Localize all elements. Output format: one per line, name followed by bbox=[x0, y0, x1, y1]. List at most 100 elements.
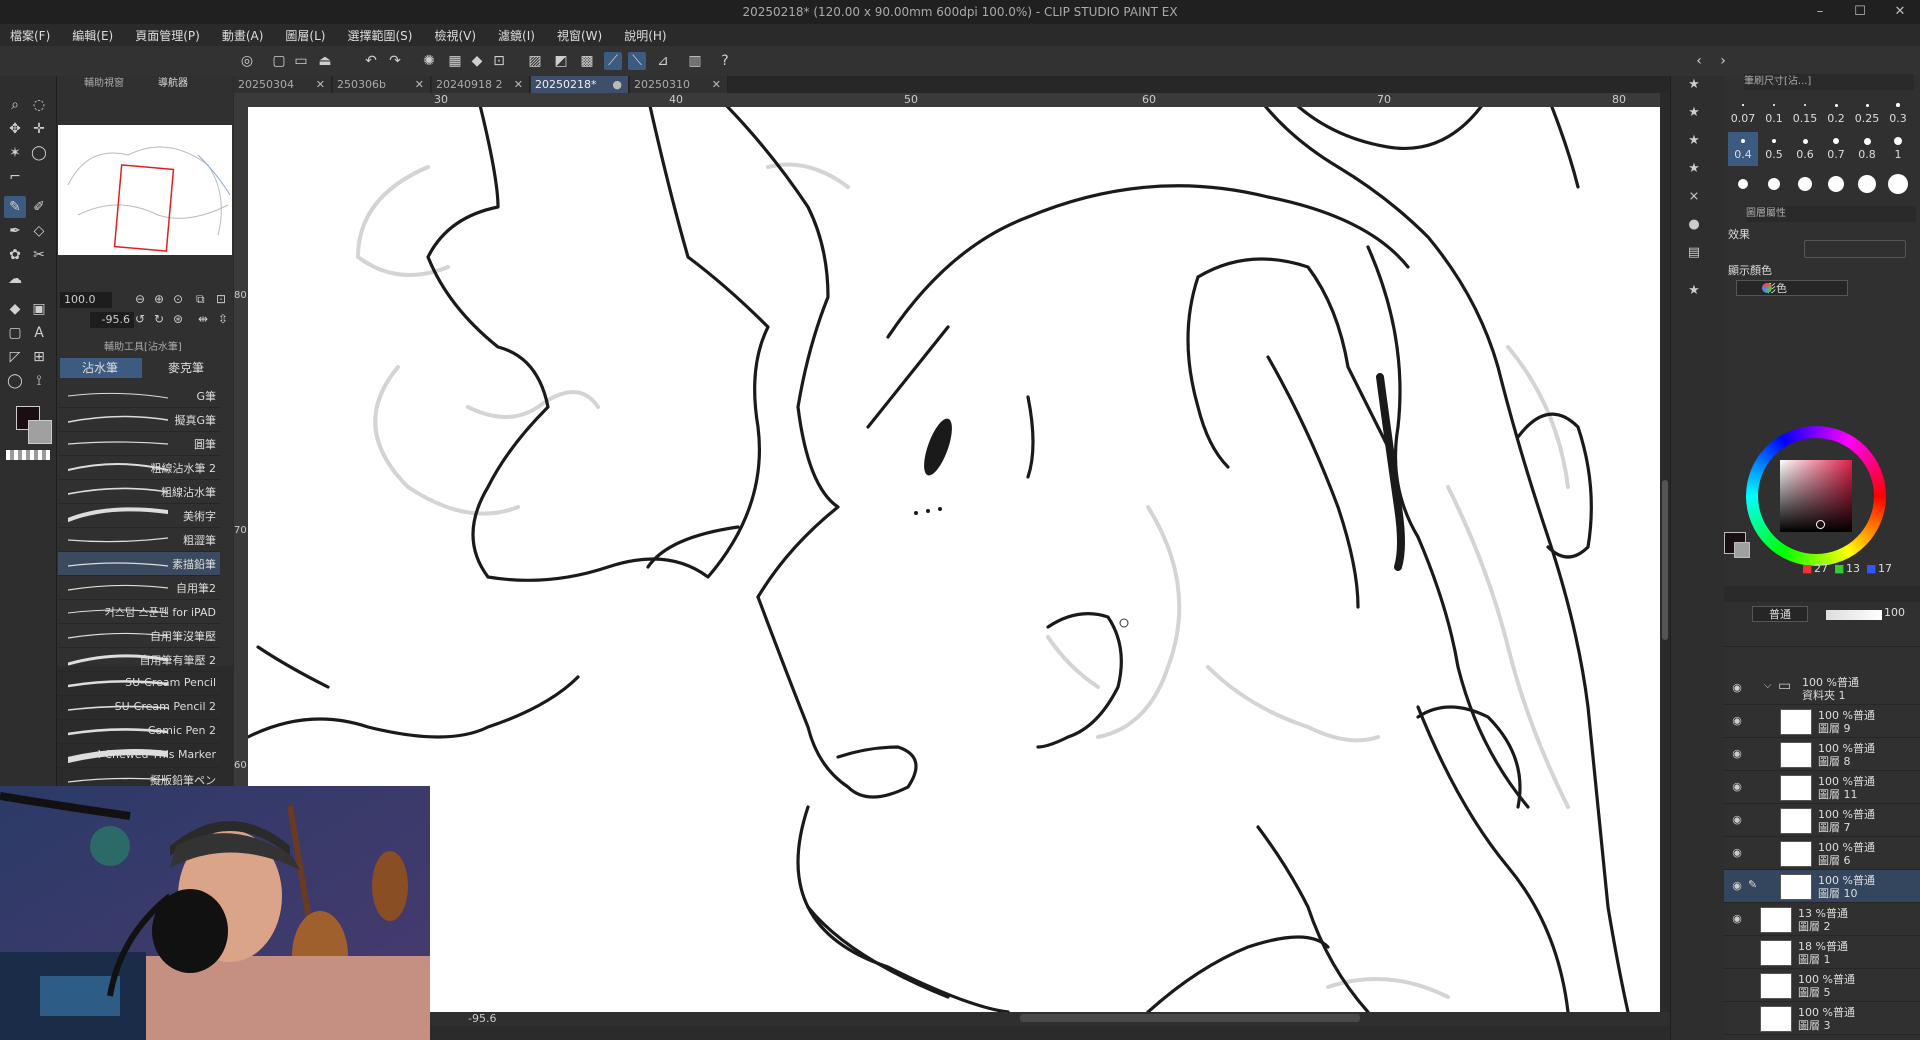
brush-size-option[interactable]: 0.25 bbox=[1852, 96, 1882, 130]
tab-sub-view[interactable]: 輔助視窗 bbox=[84, 74, 124, 89]
menu-window[interactable]: 視窗(W) bbox=[557, 27, 602, 44]
panel-collapse-icon[interactable]: ‹ bbox=[1690, 52, 1708, 70]
sub-color-swatch[interactable] bbox=[28, 420, 52, 444]
hide-selection-icon[interactable]: ▨ bbox=[526, 52, 544, 70]
move-icon[interactable]: ✛ bbox=[28, 118, 50, 140]
opacity-slider[interactable] bbox=[1826, 610, 1882, 620]
brush-size-option[interactable] bbox=[1888, 174, 1908, 194]
open-file-icon[interactable]: ▭ bbox=[292, 52, 310, 70]
figure-icon[interactable]: ▢ bbox=[4, 322, 26, 344]
brush-item[interactable]: 素描鉛筆 bbox=[58, 552, 220, 576]
brush-item[interactable]: SU-Cream Pencil 2 bbox=[58, 696, 220, 720]
rotation-value[interactable]: -95.6 bbox=[90, 312, 134, 328]
brush-item[interactable]: 自用筆2 bbox=[58, 576, 220, 600]
ruler-icon[interactable]: ⊿ bbox=[654, 52, 672, 70]
undo-icon[interactable]: ↶ bbox=[362, 52, 380, 70]
brush-item[interactable]: 粗澀筆 bbox=[58, 528, 220, 552]
eye-icon[interactable]: ◉ bbox=[1728, 813, 1746, 826]
move-layer-icon[interactable]: ✥ bbox=[4, 118, 26, 140]
brush-item[interactable]: 自用筆沒筆壓 bbox=[58, 624, 220, 648]
frame-icon[interactable]: ⊞ bbox=[28, 346, 50, 368]
blend-mode-select[interactable]: 普通 bbox=[1752, 606, 1808, 622]
panel-expand-icon[interactable]: › bbox=[1714, 52, 1732, 70]
brush-size-option[interactable]: 0.8 bbox=[1852, 132, 1882, 166]
brush-item[interactable]: 粗線沾水筆 bbox=[58, 480, 220, 504]
rgb-green-value[interactable]: 13 bbox=[1846, 562, 1860, 575]
history-icon[interactable]: ▤ bbox=[1683, 242, 1705, 264]
display-color-select[interactable]: 彩色 bbox=[1736, 280, 1848, 296]
brush-size-option[interactable]: 0.4 bbox=[1728, 132, 1758, 166]
brush-item[interactable]: Comic Pen 2 bbox=[58, 720, 220, 744]
layer-row[interactable]: 100 %普通 圖層 5 bbox=[1724, 969, 1920, 1002]
fill-icon[interactable]: ◆ bbox=[468, 52, 486, 70]
companion-icon[interactable]: ▥ bbox=[686, 52, 704, 70]
balloon-icon[interactable]: ◯ bbox=[4, 370, 26, 392]
tab-dip-pen[interactable]: 沾水筆 bbox=[60, 358, 142, 378]
brush-item[interactable]: I Chewed This Marker bbox=[58, 744, 220, 768]
brush-size-option[interactable]: 0.5 bbox=[1759, 132, 1789, 166]
snap-icon[interactable]: ◩ bbox=[552, 52, 570, 70]
tab-marker[interactable]: 麥克筆 bbox=[146, 358, 228, 378]
menu-file[interactable]: 檔案(F) bbox=[10, 27, 50, 44]
scroll-thumb[interactable] bbox=[1662, 480, 1668, 640]
lasso-icon[interactable]: ◯ bbox=[28, 142, 50, 164]
text-tool-icon[interactable]: A bbox=[28, 322, 50, 344]
maximize-button[interactable]: ☐ bbox=[1840, 0, 1880, 24]
rotate-left-icon[interactable]: ↺ bbox=[135, 312, 145, 326]
close-icon[interactable]: ✕ bbox=[415, 76, 424, 93]
eye-icon[interactable]: ◉ bbox=[1728, 681, 1746, 694]
star-icon[interactable]: ★ bbox=[1683, 280, 1705, 302]
eraser-icon[interactable]: ◇ bbox=[28, 220, 50, 242]
brush-size-option[interactable] bbox=[1798, 177, 1812, 191]
brush-item[interactable]: 擬真G筆 bbox=[58, 408, 220, 432]
eye-icon[interactable]: ◉ bbox=[1728, 912, 1746, 925]
cross-icon[interactable]: ⨯ bbox=[1683, 186, 1705, 208]
brush-item[interactable]: 圓筆 bbox=[58, 432, 220, 456]
tab-document-2[interactable]: 250306b ✕ bbox=[333, 76, 431, 93]
blend-icon[interactable]: ✂ bbox=[28, 244, 50, 266]
eye-icon[interactable]: ◉ bbox=[1728, 780, 1746, 793]
flip-horizontal-icon[interactable]: ⇹ bbox=[198, 312, 208, 326]
horizontal-scroll-thumb[interactable] bbox=[1020, 1014, 1360, 1022]
eye-icon[interactable]: ◉ bbox=[1728, 846, 1746, 859]
clip-studio-icon[interactable]: ◎ bbox=[238, 52, 256, 70]
brush-size-option[interactable]: 1 bbox=[1883, 132, 1913, 166]
airbrush-icon[interactable]: ☁ bbox=[4, 268, 26, 290]
correct-line-icon[interactable]: ⟟ bbox=[28, 370, 50, 392]
drawing-canvas[interactable] bbox=[248, 107, 1660, 1012]
menu-layer[interactable]: 圖層(L) bbox=[285, 27, 325, 44]
rotate-right-icon[interactable]: ↻ bbox=[154, 312, 164, 326]
rgb-blue-value[interactable]: 17 bbox=[1878, 562, 1892, 575]
brush-item[interactable]: 粗線沾水筆 2 bbox=[58, 456, 220, 480]
chevron-down-icon[interactable]: ⌵ bbox=[1764, 680, 1772, 691]
sub-color-indicator[interactable] bbox=[1734, 542, 1750, 558]
brush-size-option[interactable]: 0.6 bbox=[1790, 132, 1820, 166]
opacity-value[interactable]: 100 bbox=[1884, 606, 1905, 619]
brush-item[interactable]: SU-Cream Pencil bbox=[58, 672, 220, 696]
water-drop-icon[interactable]: ● bbox=[1683, 214, 1705, 236]
layer-row[interactable]: ◉ 100 %普通 圖層 8 bbox=[1724, 738, 1920, 771]
star-icon[interactable]: ★ bbox=[1683, 130, 1705, 152]
close-icon[interactable]: ✕ bbox=[712, 76, 721, 93]
zoom-value[interactable]: 100.0 bbox=[60, 292, 112, 308]
brush-size-option[interactable]: 0.2 bbox=[1821, 96, 1851, 130]
brush-size-option[interactable]: 0.07 bbox=[1728, 96, 1758, 130]
pen-tool-icon[interactable]: ✎ bbox=[4, 196, 26, 218]
layer-row[interactable]: ◉ 13 %普通 圖層 2 bbox=[1724, 903, 1920, 936]
color-picker-cursor[interactable] bbox=[1816, 520, 1825, 529]
close-button[interactable]: ✕ bbox=[1880, 0, 1920, 24]
menu-edit[interactable]: 編輯(E) bbox=[72, 27, 113, 44]
clear-outside-icon[interactable]: ▦ bbox=[446, 52, 464, 70]
snap-ruler-icon[interactable]: ⟋ bbox=[604, 52, 622, 70]
clear-icon[interactable]: ✺ bbox=[420, 52, 438, 70]
menu-help[interactable]: 說明(H) bbox=[624, 27, 666, 44]
brush-size-option[interactable]: 0.1 bbox=[1759, 96, 1789, 130]
save-icon[interactable]: ⏏ bbox=[316, 52, 334, 70]
minimize-button[interactable]: – bbox=[1800, 0, 1840, 24]
redo-icon[interactable]: ↷ bbox=[386, 52, 404, 70]
magic-wand-icon[interactable]: ✶ bbox=[4, 142, 26, 164]
flip-vertical-icon[interactable]: ⇳ bbox=[218, 312, 228, 326]
tab-document-4[interactable]: 20250218* ● bbox=[531, 76, 629, 93]
eye-icon[interactable]: ◉ bbox=[1728, 879, 1746, 892]
star-icon[interactable]: ★ bbox=[1683, 102, 1705, 124]
